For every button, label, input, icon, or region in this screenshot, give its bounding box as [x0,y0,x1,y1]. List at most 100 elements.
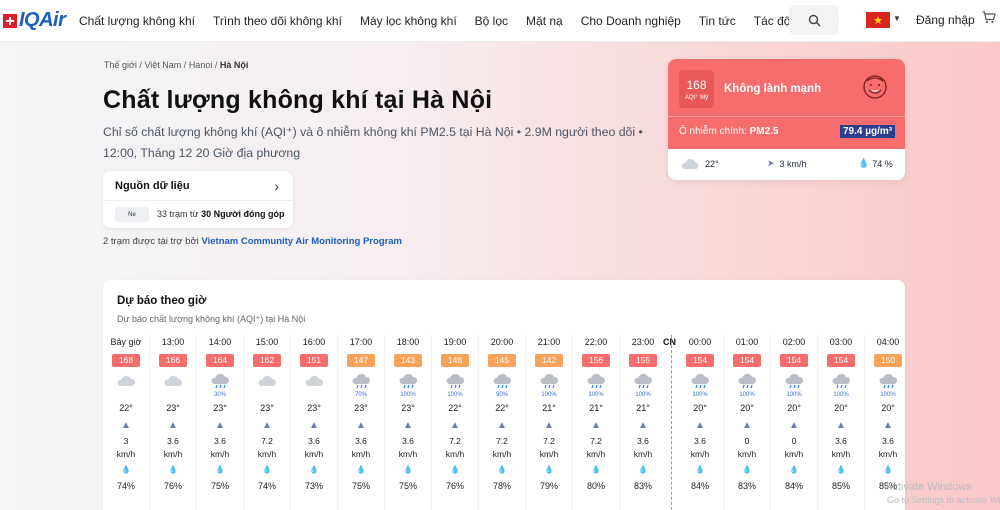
sponsor-line: 2 trạm được tài trợ bởi Vietnam Communit… [103,236,402,247]
forecast-hour-3: 15:00 162 23° ▲ 7.2 km/h 💧 74% [251,335,283,491]
forecast-wind-value: 7.2 [261,436,273,446]
forecast-aqi-badge: 154 [686,354,714,367]
forecast-aqi-badge: 145 [488,354,516,367]
nav-item-news[interactable]: Tin tức [699,14,736,28]
forecast-time: 01:00 [735,337,759,347]
forecast-wind: 3.6 km/h [345,435,377,461]
forecast-hour-2: 14:00 164 30% 23° ▲ 3.6 km/h 💧 75% [204,335,236,491]
forecast-temp: 20° [834,403,848,413]
nav-item-masks[interactable]: Mặt nạ [526,14,563,28]
forecast-wind: 3.6 km/h [157,435,189,461]
nav-item-air-monitor[interactable]: Trình theo dõi không khí [213,14,342,28]
wind-direction-icon: ▲ [215,420,225,431]
column-divider [196,335,197,510]
forecast-wind-value: 3.6 [637,436,649,446]
forecast-wind-unit: km/h [398,449,418,459]
data-source-card[interactable]: Nguồn dữ liệu › Ne 33 trạm từ 30 Người đ… [103,171,293,228]
top-nav: IQAir Chất lượng không khí Trình theo dõ… [0,0,1000,42]
rain-chance: 100% [588,392,604,398]
forecast-wind: 3.6 km/h [872,435,904,461]
forecast-temp: 23° [307,403,321,413]
vietnam-flag-icon[interactable]: ★ [866,12,890,28]
wind-direction-icon: ▲ [356,420,366,431]
iqair-logo[interactable]: IQAir [3,9,79,32]
humidity-drop-icon: 💧 [309,465,319,474]
nav-item-air-purifier[interactable]: Máy lọc không khí [360,14,457,28]
hourly-forecast-card: Dự báo theo giờ Dự báo chất lượng không … [103,280,905,510]
forecast-humidity: 78% [492,481,511,491]
breadcrumb-city[interactable]: Hanoi [189,60,213,70]
forecast-temp: 20° [740,403,754,413]
divider [668,116,905,117]
page-title: Chất lượng không khí tại Hà Nội [103,86,493,114]
forecast-aqi-badge: 162 [253,354,281,367]
forecast-humidity: 83% [633,481,652,491]
rain-chance: 100% [541,392,557,398]
forecast-temp: 20° [881,403,895,413]
divider [103,200,293,201]
forecast-wind-value: 0 [744,436,750,446]
forecast-wind: 3.6 km/h [204,435,236,461]
column-divider [723,335,724,510]
rain-cloud-icon: 100% [439,373,471,400]
forecast-wind: 3.6 km/h [684,435,716,461]
forecast-wind-value: 3.6 [308,436,320,446]
forecast-temp: 22° [448,403,462,413]
rain-cloud-icon: 100% [533,373,565,400]
forecast-wind-unit: km/h [737,449,757,459]
sponsor-link[interactable]: Vietnam Community Air Monitoring Program [201,236,402,247]
login-link[interactable]: Đăng nhập [916,13,975,27]
cloud-icon [157,374,189,400]
breadcrumb-world[interactable]: Thế giới [104,60,137,70]
nav-item-business[interactable]: Cho Doanh nghiệp [581,14,681,28]
forecast-humidity: 80% [586,481,605,491]
nav-item-filters[interactable]: Bộ lọc [475,14,508,28]
forecast-wind-unit: km/h [304,449,324,459]
forecast-wind: 0 km/h [731,435,763,461]
forecast-aqi-badge: 154 [733,354,761,367]
column-divider [243,335,244,510]
rain-chance: 100% [833,392,849,398]
wind-direction-icon: ▲ [403,420,413,431]
contributor-count: 30 Người đóng góp [201,209,285,219]
rain-chance: 100% [739,392,755,398]
forecast-wind-unit: km/h [351,449,371,459]
nav-items: Chất lượng không khí Trình theo dõi khôn… [79,0,822,42]
forecast-title: Dự báo theo giờ [117,295,207,307]
forecast-aqi-badge: 151 [300,354,328,367]
forecast-aqi-badge: 155 [629,354,657,367]
forecast-humidity: 74% [257,481,276,491]
rain-chance: 100% [400,392,416,398]
search-button[interactable] [789,5,839,35]
forecast-time: 15:00 [255,337,279,347]
forecast-wind-unit: km/h [163,449,183,459]
nav-item-air-quality[interactable]: Chất lượng không khí [79,14,195,28]
cart-icon[interactable] [982,11,996,27]
chevron-down-icon[interactable]: ▼ [893,14,901,23]
weather-temp-value: 22° [705,159,719,169]
forecast-temp: 23° [166,403,180,413]
breadcrumb-country[interactable]: Việt Nam [144,60,181,70]
column-divider [572,335,573,510]
windows-watermark-sub: Go to Settings to activate Windows. [887,495,1000,505]
forecast-hour-12: 00:00 154 100% 20° ▲ 3.6 km/h 💧 84% [684,335,716,491]
pollutant-concentration[interactable]: 79.4 µg/m³ [840,125,896,138]
forecast-humidity: 79% [539,481,558,491]
forecast-aqi-badge: 154 [827,354,855,367]
forecast-temp: 23° [213,403,227,413]
forecast-temp: 23° [260,403,274,413]
rain-cloud-icon: 100% [392,373,424,400]
forecast-humidity: 85% [831,481,850,491]
swiss-flag-icon [3,13,17,28]
column-divider [864,335,865,510]
forecast-humidity: 75% [210,481,229,491]
aqi-card: 168 AQI⁺ Mỹ Không lành mạnh Ô nhiễm chín… [668,59,905,180]
forecast-wind-value: 7.2 [590,436,602,446]
forecast-wind: 3.6 km/h [392,435,424,461]
forecast-aqi-badge: 168 [112,354,140,367]
humidity-drop-icon: 💧 [789,465,799,474]
wind-arrow-icon: ➤ [767,158,775,168]
forecast-wind-value: 7.2 [449,436,461,446]
rain-cloud-icon: 100% [872,373,904,400]
pollutant-name: PM2.5 [749,126,779,137]
